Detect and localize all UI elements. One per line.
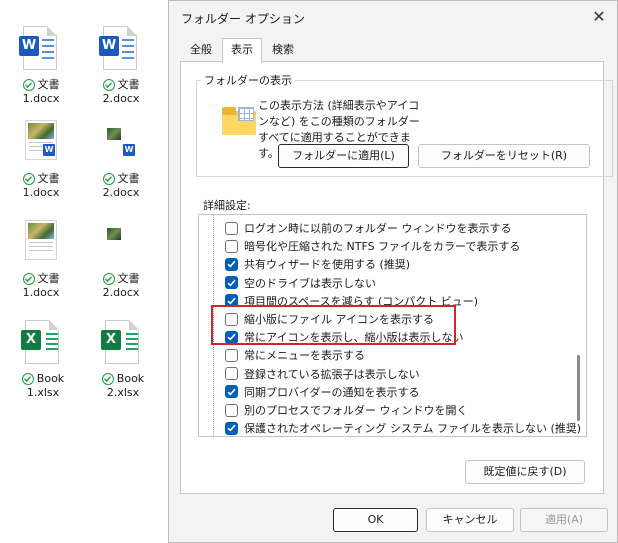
ok-button[interactable]: OK (333, 508, 418, 532)
setting-label: 同期プロバイダーの通知を表示する (244, 385, 420, 399)
word-document-icon: W (19, 26, 63, 76)
file-extension: 1.docx (22, 186, 60, 199)
setting-label: 空のドライブは表示しない (244, 276, 376, 290)
file-name: Book (116, 372, 145, 385)
restore-defaults-button[interactable]: 既定値に戻す(D) (465, 460, 585, 484)
title-bar[interactable]: フォルダー オプション ✕ (169, 1, 617, 33)
sync-ok-icon (102, 273, 115, 285)
file-extension: 1.docx (22, 92, 60, 105)
tab-general[interactable]: 全般 (181, 38, 221, 61)
file-extension: 2.docx (102, 186, 140, 199)
apply-to-folders-button[interactable]: フォルダーに適用(L) (278, 144, 409, 168)
setting-checkbox[interactable] (225, 385, 238, 399)
setting-row[interactable]: ログオン時に以前のフォルダー ウィンドウを表示する (225, 219, 512, 237)
apply-button[interactable]: 適用(A) (520, 508, 608, 532)
file-name: Book (36, 372, 65, 385)
setting-label: 別のプロセスでフォルダー ウィンドウを開く (244, 404, 468, 417)
highlight-annotation-box (211, 305, 456, 345)
setting-label: 登録されている拡張子は表示しない (244, 367, 420, 381)
sync-ok-icon (102, 173, 115, 185)
setting-row[interactable]: 暗号化や圧縮された NTFS ファイルをカラーで表示する (225, 237, 520, 255)
excel-workbook-icon: X (21, 320, 65, 370)
setting-checkbox[interactable] (225, 276, 238, 290)
setting-label: 保護されたオペレーティング システム ファイルを表示しない (推奨) (244, 422, 582, 436)
folder-view-group-title: フォルダーの表示 (201, 72, 295, 88)
setting-row[interactable]: 保護されたオペレーティング システム ファイルを表示しない (推奨) (225, 419, 582, 436)
desktop-file-icon[interactable]: 文書 2.docx (82, 220, 160, 300)
desktop-file-icon[interactable]: W 文書 2.docx (82, 26, 160, 106)
setting-label: 常にメニューを表示する (244, 349, 365, 363)
file-extension: 2.docx (102, 92, 140, 105)
setting-checkbox[interactable] (225, 257, 238, 271)
sync-ok-icon (22, 173, 35, 185)
setting-label: 暗号化や圧縮された NTFS ファイルをカラーで表示する (244, 240, 521, 254)
cancel-button[interactable]: キャンセル (426, 508, 514, 532)
sync-ok-icon (21, 373, 34, 385)
file-extension: 2.docx (102, 286, 140, 299)
dialog-title: フォルダー オプション (181, 12, 305, 26)
setting-row[interactable]: 同期プロバイダーの通知を表示する (225, 383, 420, 401)
tab-strip: 全般 表示 検索 (181, 38, 304, 63)
word-document-icon: W (99, 26, 143, 76)
setting-row[interactable]: 常にメニューを表示する (225, 346, 365, 364)
sync-ok-icon (22, 79, 35, 91)
file-name: 文書 (37, 172, 60, 185)
setting-checkbox[interactable] (225, 239, 238, 253)
tab-search[interactable]: 検索 (263, 38, 303, 61)
file-extension: 1.xlsx (26, 386, 60, 399)
setting-row[interactable]: 登録されている拡張子は表示しない (225, 365, 420, 383)
file-extension: 2.xlsx (106, 386, 140, 399)
setting-checkbox[interactable] (225, 403, 238, 417)
setting-row[interactable]: 共有ウィザードを使用する (推奨) (225, 255, 410, 273)
desktop-file-icon[interactable]: W 文書 1.docx (2, 120, 80, 200)
desktop-file-icon[interactable]: W 文書 2.docx (82, 120, 160, 200)
file-name: 文書 (37, 272, 60, 285)
excel-workbook-icon: X (101, 320, 145, 370)
desktop-file-icon[interactable]: W 文書 1.docx (2, 26, 80, 106)
desktop-file-icon[interactable]: X Book 1.xlsx (4, 320, 82, 400)
advanced-settings-label: 詳細設定: (203, 199, 251, 212)
setting-checkbox[interactable] (225, 367, 238, 381)
setting-label: 共有ウィザードを使用する (推奨) (244, 258, 411, 272)
sync-ok-icon (22, 273, 35, 285)
file-name: 文書 (37, 78, 60, 91)
document-thumbnail-icon: W (19, 120, 63, 170)
setting-checkbox[interactable] (225, 421, 238, 435)
desktop-file-icon[interactable]: X Book 2.xlsx (84, 320, 162, 400)
desktop-file-icon[interactable]: 文書 1.docx (2, 220, 80, 300)
reset-folders-button[interactable]: フォルダーをリセット(R) (418, 144, 590, 168)
document-thumbnail-icon (99, 220, 143, 270)
sync-ok-icon (101, 373, 114, 385)
scrollbar-thumb[interactable] (577, 355, 580, 421)
document-thumbnail-icon (19, 220, 63, 270)
folder-view-icon (222, 107, 256, 135)
file-extension: 1.docx (22, 286, 60, 299)
setting-checkbox[interactable] (225, 348, 238, 362)
file-name: 文書 (117, 78, 140, 91)
close-button[interactable]: ✕ (587, 5, 611, 29)
setting-label: ログオン時に以前のフォルダー ウィンドウを表示する (244, 222, 512, 235)
setting-row[interactable]: 空のドライブは表示しない (225, 274, 376, 292)
setting-checkbox[interactable] (225, 221, 238, 235)
tab-view[interactable]: 表示 (222, 38, 262, 63)
file-name: 文書 (117, 172, 140, 185)
document-thumbnail-icon: W (99, 120, 143, 170)
file-name: 文書 (117, 272, 140, 285)
sync-ok-icon (102, 79, 115, 91)
setting-row[interactable]: 別のプロセスでフォルダー ウィンドウを開く (225, 401, 468, 419)
